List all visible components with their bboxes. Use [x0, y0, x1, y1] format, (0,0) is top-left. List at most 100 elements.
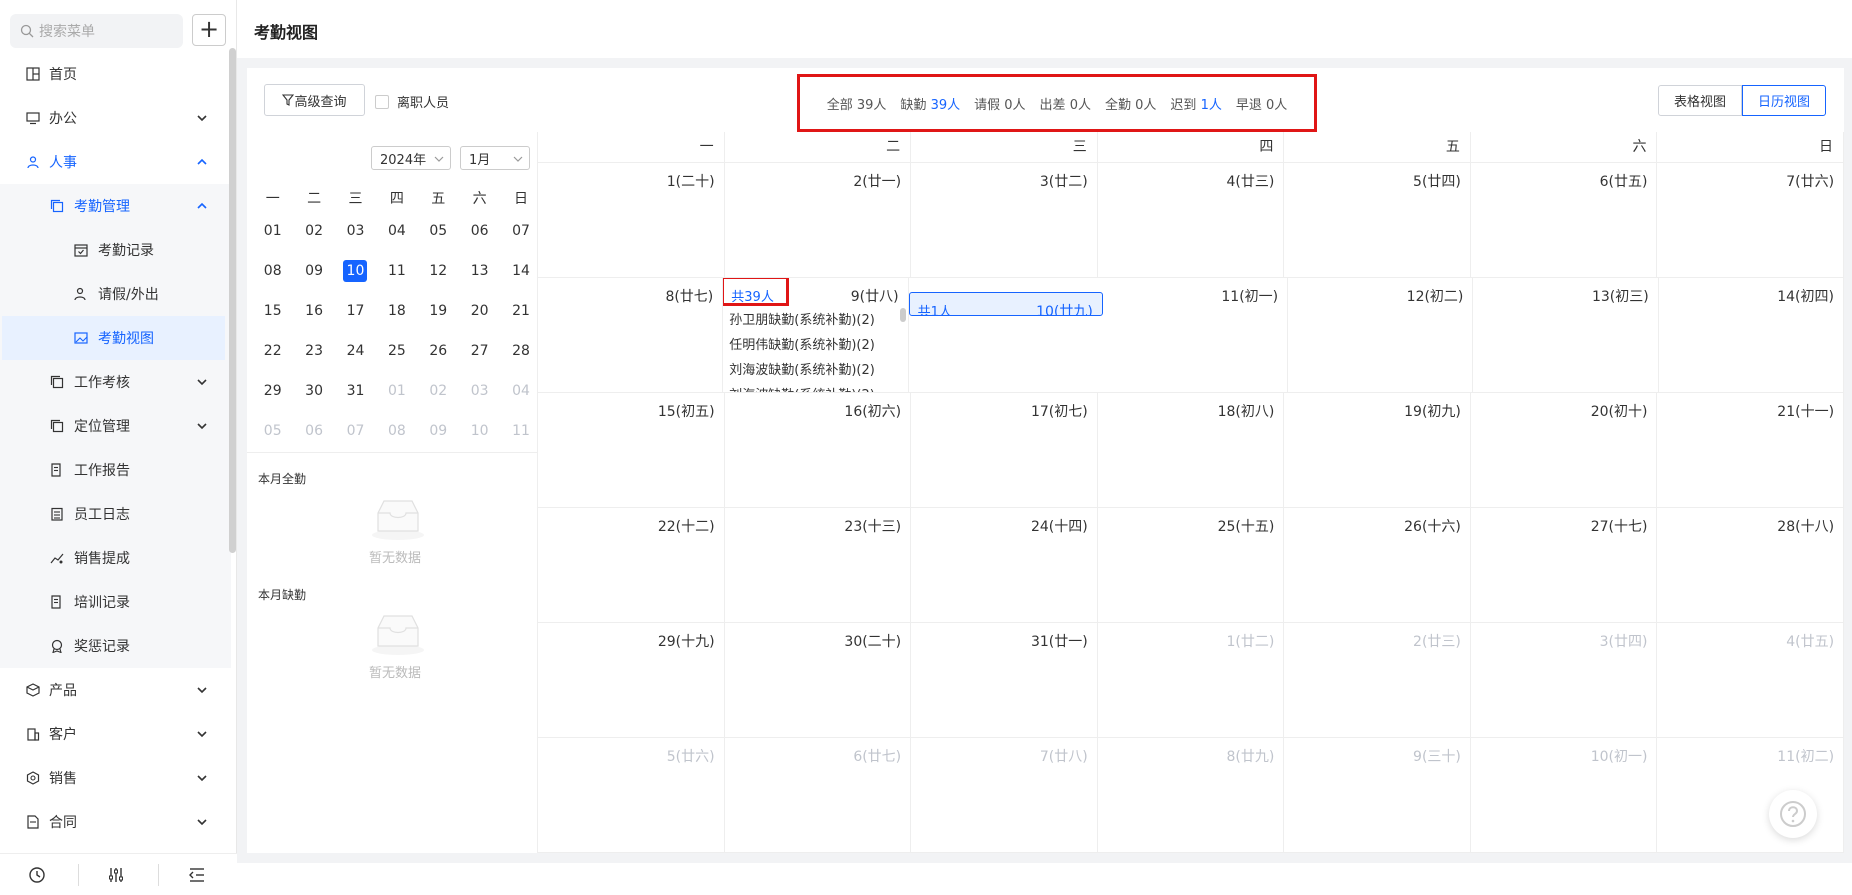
calendar-day[interactable]: 9(三十): [1284, 738, 1471, 852]
sidebar-item-sales[interactable]: 销售: [0, 756, 231, 800]
mini-day[interactable]: 11: [500, 423, 541, 439]
sidebar-item-contract[interactable]: 合同: [0, 800, 231, 844]
mini-day[interactable]: 29: [252, 383, 293, 399]
calendar-day[interactable]: 11(初二): [1657, 738, 1845, 852]
calendar-day[interactable]: 6(廿五): [1471, 163, 1658, 277]
help-button[interactable]: [1769, 790, 1817, 838]
mini-day[interactable]: 19: [418, 303, 459, 319]
sidebar-item-attendance-record[interactable]: 考勤记录: [0, 228, 231, 272]
calendar-day[interactable]: 26(十六): [1284, 508, 1471, 622]
day-total[interactable]: 共39人: [731, 286, 774, 305]
calendar-day[interactable]: 22(十二): [538, 508, 725, 622]
mini-day[interactable]: 13: [459, 263, 500, 279]
resigned-checkbox[interactable]: 离职人员: [375, 92, 449, 111]
sidebar-item-product[interactable]: 产品: [0, 668, 231, 712]
mini-day[interactable]: 26: [418, 343, 459, 359]
mini-day[interactable]: 27: [459, 343, 500, 359]
cell-scrollbar[interactable]: [899, 308, 906, 322]
mini-day[interactable]: 04: [500, 383, 541, 399]
mini-day[interactable]: 07: [500, 223, 541, 239]
sidebar-item-hr[interactable]: 人事: [0, 140, 231, 184]
calendar-day[interactable]: 18(初八): [1098, 393, 1285, 507]
calendar-day[interactable]: 30(二十): [725, 623, 912, 737]
calendar-day[interactable]: 27(十七): [1471, 508, 1658, 622]
stat-business-trip[interactable]: 出差 0人: [1040, 94, 1091, 113]
calendar-day[interactable]: 2(廿一): [725, 163, 912, 277]
calendar-day[interactable]: 24(十四): [911, 508, 1098, 622]
month-select[interactable]: 1月: [460, 146, 530, 170]
calendar-day[interactable]: 15(初五): [538, 393, 725, 507]
calendar-day[interactable]: 9(廿八) 共39人 孙卫朋缺勤(系统补勤)(2) 任明伟缺勤(系统补勤)(2) 刘海波…: [723, 278, 909, 392]
sidebar-item-attendance-view[interactable]: 考勤视图: [2, 316, 225, 360]
mini-day[interactable]: 21: [500, 303, 541, 319]
mini-day[interactable]: 02: [293, 223, 334, 239]
mini-day[interactable]: 05: [252, 423, 293, 439]
sidebar-item-location[interactable]: 定位管理: [0, 404, 231, 448]
sidebar-item-leave[interactable]: 请假/外出: [0, 272, 231, 316]
calendar-day[interactable]: 29(十九): [538, 623, 725, 737]
calendar-day[interactable]: 16(初六): [725, 393, 912, 507]
sidebar-item-customer[interactable]: 客户: [0, 712, 231, 756]
mini-day[interactable]: 01: [376, 383, 417, 399]
sidebar-item-home[interactable]: 首页: [0, 52, 231, 96]
mini-day[interactable]: 25: [376, 343, 417, 359]
stat-full-attendance[interactable]: 全勤 0人: [1105, 94, 1156, 113]
sliders-icon[interactable]: [107, 866, 125, 884]
mini-day[interactable]: 24: [335, 343, 376, 359]
calendar-day[interactable]: 17(初七): [911, 393, 1098, 507]
search-input[interactable]: 搜索菜单: [10, 14, 183, 48]
mini-day[interactable]: 12: [418, 263, 459, 279]
mini-day[interactable]: 01: [252, 223, 293, 239]
mini-day[interactable]: 09: [418, 423, 459, 439]
sidebar-item-attendance-mgmt[interactable]: 考勤管理: [0, 184, 231, 228]
table-view-button[interactable]: 表格视图: [1658, 85, 1743, 116]
calendar-day[interactable]: 23(十三): [725, 508, 912, 622]
attendance-event[interactable]: 孙卫朋缺勤(系统补勤)(2): [729, 309, 875, 328]
calendar-day[interactable]: 2(廿三): [1284, 623, 1471, 737]
calendar-day[interactable]: 7(廿八): [911, 738, 1098, 852]
sidebar-item-training[interactable]: 培训记录: [0, 580, 231, 624]
mini-day[interactable]: 08: [252, 263, 293, 279]
calendar-day[interactable]: 3(廿二): [911, 163, 1098, 277]
sidebar-scrollbar[interactable]: [229, 48, 236, 553]
mini-day[interactable]: 04: [376, 223, 417, 239]
calendar-day[interactable]: 7(廿六): [1657, 163, 1845, 277]
calendar-day[interactable]: 14(初四): [1659, 278, 1844, 392]
sidebar-item-staff-log[interactable]: 员工日志: [0, 492, 231, 536]
stat-absent[interactable]: 缺勤 39人: [900, 94, 960, 113]
sidebar-item-rewards[interactable]: 奖惩记录: [0, 624, 231, 668]
calendar-day[interactable]: 12(初二): [1288, 278, 1474, 392]
stat-all[interactable]: 全部 39人: [827, 94, 887, 113]
mini-day-selected[interactable]: 10: [335, 260, 376, 282]
mini-day[interactable]: 06: [293, 423, 334, 439]
mini-day[interactable]: 14: [500, 263, 541, 279]
mini-day[interactable]: 31: [335, 383, 376, 399]
calendar-day[interactable]: 11(初一): [1103, 278, 1289, 392]
mini-day[interactable]: 16: [293, 303, 334, 319]
sidebar-item-sales-commission[interactable]: 销售提成: [0, 536, 231, 580]
calendar-day[interactable]: 13(初三): [1473, 278, 1659, 392]
calendar-day[interactable]: 1(廿二): [1098, 623, 1285, 737]
mini-day[interactable]: 05: [418, 223, 459, 239]
mini-day[interactable]: 08: [376, 423, 417, 439]
advanced-search-button[interactable]: 高级查询: [264, 84, 365, 116]
calendar-day[interactable]: 8(廿七): [538, 278, 724, 392]
mini-day[interactable]: 28: [500, 343, 541, 359]
mini-day[interactable]: 06: [459, 223, 500, 239]
calendar-day[interactable]: 10(初一): [1471, 738, 1658, 852]
attendance-event[interactable]: 刘海波缺勤(系统补勤)(2): [729, 359, 875, 378]
history-icon[interactable]: [28, 866, 46, 884]
calendar-day[interactable]: 1(二十): [538, 163, 725, 277]
stat-leave[interactable]: 请假 0人: [974, 94, 1025, 113]
calendar-day-selected[interactable]: 10(廿九)共1人孙卫朋迟到(1): [908, 292, 1103, 316]
mini-day[interactable]: 10: [459, 423, 500, 439]
year-select[interactable]: 2024年: [371, 146, 451, 170]
calendar-day[interactable]: 5(廿四): [1284, 163, 1471, 277]
calendar-day[interactable]: 21(十一): [1657, 393, 1845, 507]
mini-day[interactable]: 03: [459, 383, 500, 399]
mini-day[interactable]: 18: [376, 303, 417, 319]
calendar-view-button[interactable]: 日历视图: [1742, 85, 1827, 116]
mini-day[interactable]: 11: [376, 263, 417, 279]
calendar-day[interactable]: 5(廿六): [538, 738, 725, 852]
day-total[interactable]: 共1人: [918, 301, 952, 315]
